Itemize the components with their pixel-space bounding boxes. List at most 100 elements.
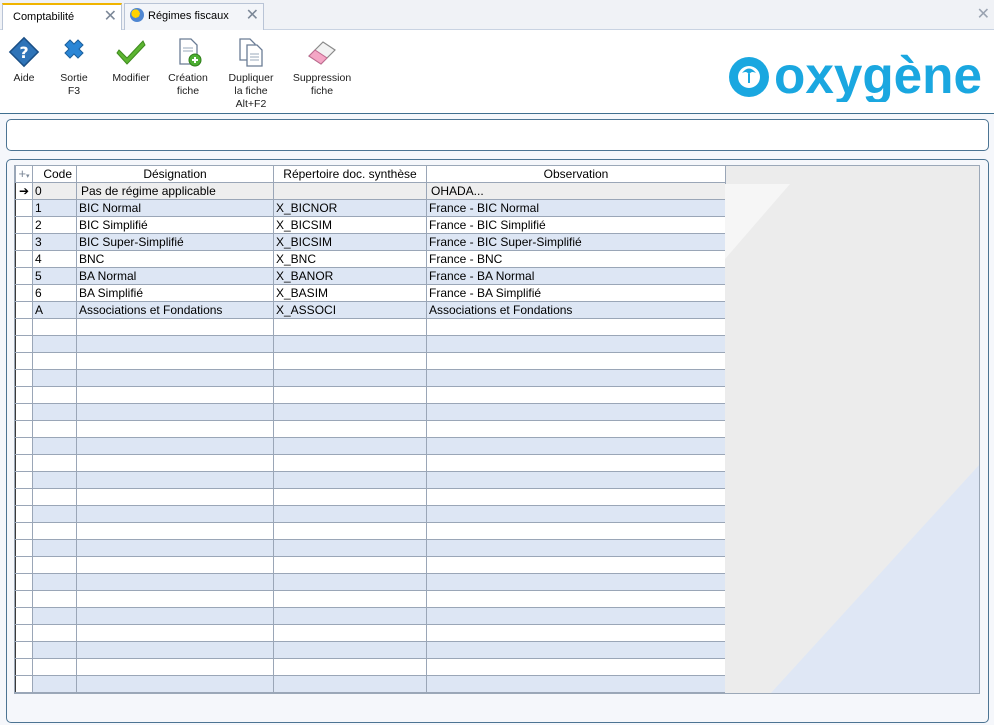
cell-designation[interactable]: BIC Simplifié — [76, 216, 274, 234]
cell-repertoire[interactable]: X_BICSIM — [273, 233, 427, 251]
cell-code[interactable] — [32, 352, 77, 370]
cell-repertoire[interactable]: X_BANOR — [273, 267, 427, 285]
cell-designation[interactable]: BIC Super-Simplifié — [76, 233, 274, 251]
empty-table-row[interactable] — [15, 624, 726, 642]
cell-observation[interactable] — [426, 420, 726, 438]
add-column-icon[interactable]: +▾ — [15, 166, 33, 183]
cell-designation[interactable]: BA Normal — [76, 267, 274, 285]
cell-designation[interactable]: Associations et Fondations — [76, 301, 274, 319]
cell-code[interactable] — [32, 573, 77, 591]
cell-code[interactable]: 1 — [32, 199, 77, 217]
cell-observation[interactable] — [426, 641, 726, 659]
cell-code[interactable] — [32, 437, 77, 455]
cell-observation[interactable] — [426, 505, 726, 523]
cell-code[interactable] — [32, 420, 77, 438]
cell-repertoire[interactable] — [273, 607, 427, 625]
cell-observation[interactable] — [426, 352, 726, 370]
empty-table-row[interactable] — [15, 352, 726, 370]
table-row[interactable]: 1 BIC Normal X_BICNOR France - BIC Normal — [15, 199, 726, 217]
empty-table-row[interactable] — [15, 403, 726, 421]
empty-table-row[interactable] — [15, 641, 726, 659]
cell-designation[interactable] — [76, 335, 274, 353]
cell-code[interactable] — [32, 403, 77, 421]
empty-table-row[interactable] — [15, 454, 726, 472]
table-row[interactable]: 3 BIC Super-Simplifié X_BICSIM France - BIC… — [15, 233, 726, 251]
cell-repertoire[interactable]: X_BICNOR — [273, 199, 427, 217]
cell-observation[interactable]: France - BIC Normal — [426, 199, 726, 217]
empty-table-row[interactable] — [15, 573, 726, 591]
cell-repertoire[interactable] — [273, 369, 427, 387]
cell-repertoire[interactable] — [273, 488, 427, 506]
cell-designation[interactable] — [76, 556, 274, 574]
cell-observation[interactable] — [426, 607, 726, 625]
table-row[interactable]: ➔ 0 Pas de régime applicable OHADA... — [15, 182, 726, 200]
close-icon[interactable]: ✕ — [246, 4, 259, 28]
cell-repertoire[interactable]: X_BICSIM — [273, 216, 427, 234]
duplicate-button[interactable]: Dupliquer la fiche Alt+F2 — [224, 36, 278, 111]
cell-designation[interactable] — [76, 641, 274, 659]
cell-designation[interactable] — [76, 573, 274, 591]
cell-observation[interactable] — [426, 573, 726, 591]
cell-observation[interactable] — [426, 437, 726, 455]
cell-observation[interactable] — [426, 454, 726, 472]
cell-designation[interactable] — [76, 539, 274, 557]
empty-table-row[interactable] — [15, 335, 726, 353]
cell-designation[interactable] — [76, 590, 274, 608]
column-header-repertoire[interactable]: Répertoire doc. synthèse — [273, 166, 427, 183]
cell-repertoire[interactable] — [273, 335, 427, 353]
cell-repertoire[interactable] — [273, 471, 427, 489]
cell-observation[interactable] — [426, 488, 726, 506]
cell-code[interactable]: 6 — [32, 284, 77, 302]
table-row[interactable]: 5 BA Normal X_BANOR France - BA Normal — [15, 267, 726, 285]
empty-table-row[interactable] — [15, 420, 726, 438]
cell-designation[interactable] — [76, 437, 274, 455]
cell-code[interactable] — [32, 590, 77, 608]
cell-code[interactable] — [32, 607, 77, 625]
cell-designation[interactable] — [76, 658, 274, 676]
cell-observation[interactable]: France - BA Normal — [426, 267, 726, 285]
empty-table-row[interactable] — [15, 590, 726, 608]
cell-observation[interactable]: France - BA Simplifié — [426, 284, 726, 302]
cell-designation[interactable]: BNC — [76, 250, 274, 268]
close-icon[interactable]: ✕ — [104, 5, 117, 29]
cell-observation[interactable] — [426, 624, 726, 642]
cell-repertoire[interactable] — [273, 403, 427, 421]
cell-code[interactable] — [32, 675, 77, 693]
empty-table-row[interactable] — [15, 488, 726, 506]
cell-repertoire[interactable] — [273, 352, 427, 370]
empty-table-row[interactable] — [15, 675, 726, 693]
cell-designation[interactable] — [76, 369, 274, 387]
empty-table-row[interactable] — [15, 556, 726, 574]
cell-observation[interactable]: France - BIC Simplifié — [426, 216, 726, 234]
cell-code[interactable] — [32, 471, 77, 489]
cell-code[interactable]: A — [32, 301, 77, 319]
cell-code[interactable] — [32, 335, 77, 353]
tab-regimes-fiscaux[interactable]: Régimes fiscaux ✕ — [124, 3, 264, 30]
cell-code[interactable] — [32, 488, 77, 506]
cell-code[interactable] — [32, 624, 77, 642]
cell-designation[interactable] — [76, 352, 274, 370]
cell-designation[interactable] — [76, 420, 274, 438]
cell-code[interactable]: 0 — [32, 182, 77, 200]
cell-designation[interactable] — [76, 488, 274, 506]
cell-repertoire[interactable] — [273, 505, 427, 523]
cell-code[interactable] — [32, 658, 77, 676]
cell-observation[interactable] — [426, 403, 726, 421]
cell-code[interactable] — [32, 641, 77, 659]
cell-observation[interactable]: France - BNC — [426, 250, 726, 268]
table-row[interactable]: 2 BIC Simplifié X_BICSIM France - BIC Simpl… — [15, 216, 726, 234]
cell-code[interactable] — [32, 386, 77, 404]
cell-repertoire[interactable]: X_BASIM — [273, 284, 427, 302]
cell-designation[interactable]: BIC Normal — [76, 199, 274, 217]
cell-repertoire[interactable] — [273, 641, 427, 659]
table-row[interactable]: 6 BA Simplifié X_BASIM France - BA Simplifi… — [15, 284, 726, 302]
cell-observation[interactable] — [426, 318, 726, 336]
cell-designation[interactable] — [76, 318, 274, 336]
column-header-code[interactable]: Code — [32, 166, 77, 183]
cell-repertoire[interactable] — [273, 318, 427, 336]
cell-designation[interactable] — [76, 386, 274, 404]
cell-repertoire[interactable] — [273, 675, 427, 693]
table-row[interactable]: A Associations et Fondations X_ASSOCI Assoc… — [15, 301, 726, 319]
cell-repertoire[interactable] — [273, 539, 427, 557]
empty-table-row[interactable] — [15, 471, 726, 489]
